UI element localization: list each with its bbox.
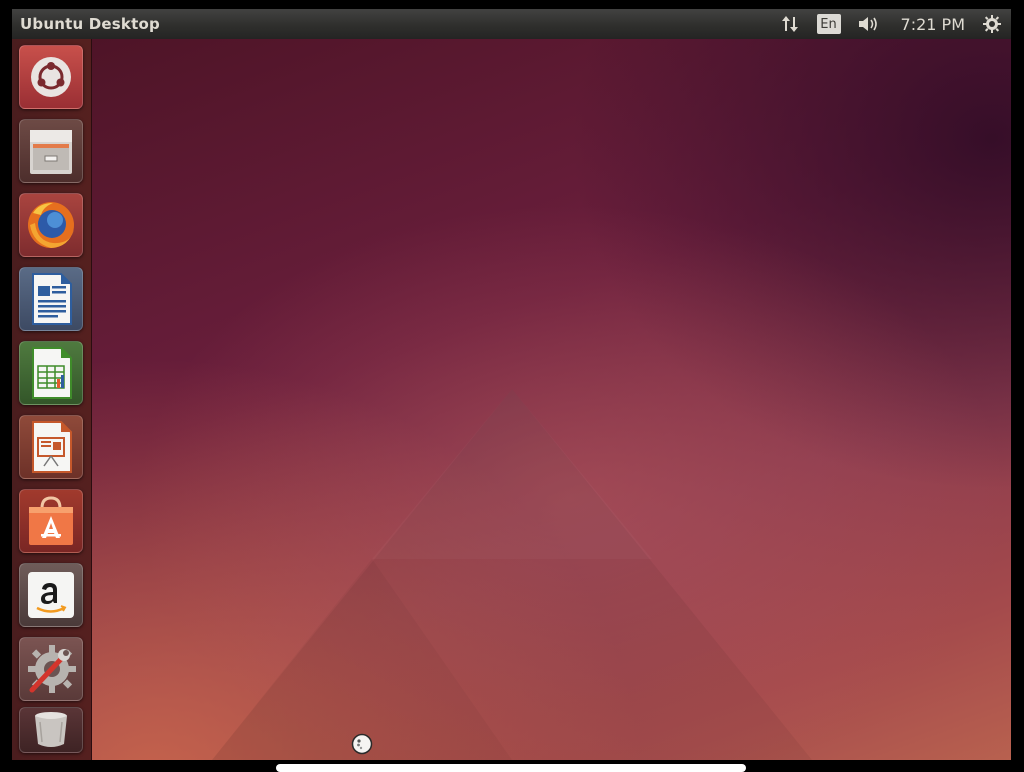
calc-spreadsheet-icon (32, 347, 72, 399)
bottom-edge-bar (276, 764, 746, 772)
launcher-item-dash[interactable] (19, 45, 83, 109)
launcher-item-firefox[interactable] (19, 193, 83, 257)
launcher-item-amazon[interactable] (19, 563, 83, 627)
ubuntu-logo-icon (31, 57, 71, 97)
sound-volume-icon[interactable] (856, 9, 882, 39)
desktop-background[interactable] (92, 39, 1011, 760)
launcher-item-trash[interactable] (19, 707, 83, 753)
session-gear-icon[interactable] (981, 9, 1003, 39)
amazon-icon (28, 572, 74, 618)
clock[interactable]: 7:21 PM (901, 15, 965, 34)
launcher-item-calc[interactable] (19, 341, 83, 405)
file-cabinet-icon (30, 130, 72, 174)
top-panel: Ubuntu Desktop En 7:21 PM (12, 9, 1011, 39)
network-updown-icon[interactable] (779, 9, 801, 39)
writer-document-icon (32, 273, 72, 325)
shopping-bag-icon (29, 496, 73, 545)
launcher-item-system-settings[interactable] (19, 637, 83, 701)
settings-wrench-gear-icon (28, 645, 76, 693)
launcher-item-files[interactable] (19, 119, 83, 183)
unity-launcher (12, 39, 92, 760)
window-title: Ubuntu Desktop (20, 15, 160, 33)
launcher-item-impress[interactable] (19, 415, 83, 479)
launcher-item-writer[interactable] (19, 267, 83, 331)
firefox-icon (28, 202, 74, 248)
trash-bin-icon (35, 712, 67, 747)
launcher-item-software-center[interactable] (19, 489, 83, 553)
mouse-cursor-icon (351, 733, 373, 755)
indicator-area: En 7:21 PM (779, 9, 1011, 39)
wallpaper-triangle-pattern (212, 389, 812, 760)
keyboard-language-indicator[interactable]: En (816, 14, 841, 34)
impress-presentation-icon (32, 421, 72, 473)
desktop-screen: Ubuntu Desktop En 7:21 PM (12, 9, 1011, 760)
